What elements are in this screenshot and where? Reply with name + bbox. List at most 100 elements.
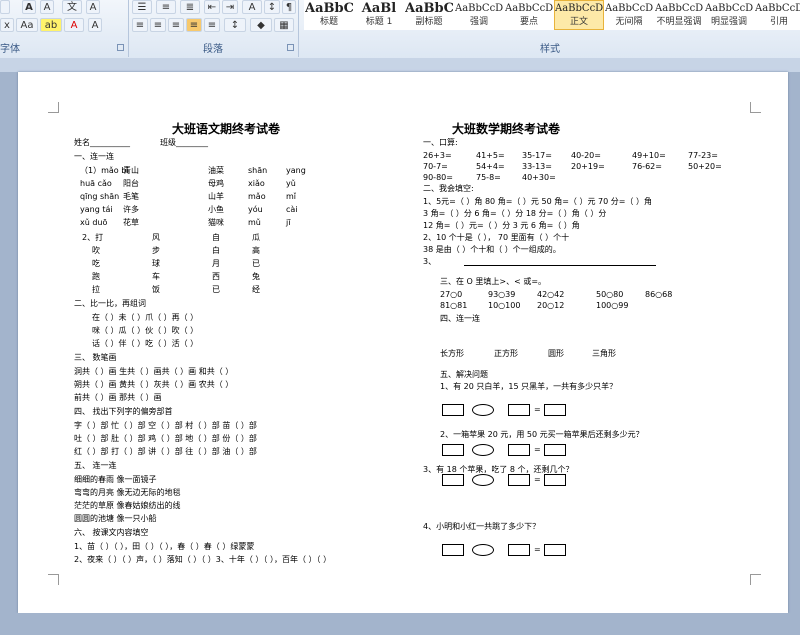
answer-box[interactable] xyxy=(508,474,530,486)
result-box[interactable] xyxy=(544,474,566,486)
shape-label: 正方形 xyxy=(494,349,518,358)
answer-box[interactable] xyxy=(508,404,530,416)
pinyin-cell: jī xyxy=(286,218,291,227)
style-3[interactable]: AaBbCcDd 强调 xyxy=(454,0,504,30)
word-problem: 2、一箱苹果 20 元，用 50 元买一箱苹果后还剩多少元？ xyxy=(440,430,644,439)
word-cell: 跑 xyxy=(92,272,100,281)
style-4[interactable]: AaBbCcD 要点 xyxy=(504,0,554,30)
pinyin-cell: yóu xyxy=(248,205,263,214)
italic-button[interactable]: A xyxy=(40,0,54,14)
answer-box[interactable] xyxy=(442,544,464,556)
style-2[interactable]: AaBbC 副标题 xyxy=(404,0,454,30)
styles-group: AaBbC标题AaBl标题 1AaBbC副标题AaBbCcDd强调AaBbCcD… xyxy=(300,0,800,57)
compare-row: 在（ ）未（ ）爪（ ）再（ ） xyxy=(92,313,199,322)
change-case-button[interactable]: Aa xyxy=(16,18,38,32)
strikethrough-button[interactable]: x xyxy=(0,18,14,32)
font-dialog-launcher[interactable] xyxy=(117,44,124,51)
pinyin-cell: 阳台 xyxy=(123,179,139,188)
line-spacing-button[interactable]: ↕ xyxy=(224,18,246,32)
word-cell: 自 xyxy=(212,233,220,242)
increase-indent-button[interactable]: ⇥ xyxy=(222,0,238,14)
match-row: 茫茫的草原 像春姑娘纺出的线 xyxy=(74,501,181,510)
highlight-button[interactable]: ab xyxy=(40,18,62,32)
style-0[interactable]: AaBbC 标题 xyxy=(304,0,354,30)
word-cell: 风 xyxy=(152,233,160,242)
char-shading-button[interactable]: A xyxy=(86,0,100,14)
document-page[interactable]: 大班语文期终考试卷 姓名__________ 班级________ 一、连一连 … xyxy=(18,72,788,613)
style-8[interactable]: AaBbCcDd 明显强调 xyxy=(704,0,754,30)
operator-oval[interactable] xyxy=(472,544,494,556)
align-left-button[interactable]: ≡ xyxy=(132,18,148,32)
pinyin-cell: mǔ xyxy=(248,218,261,227)
pinyin-cell: mǎo xyxy=(248,192,266,201)
pinyin-cell: 母鸡 xyxy=(208,179,224,188)
answer-box[interactable] xyxy=(442,444,464,456)
justify-button[interactable]: ≡ xyxy=(186,18,202,32)
pinyin-cell: cài xyxy=(286,205,298,214)
chinese-layout-button[interactable]: A xyxy=(242,0,262,14)
word-cell: 吹 xyxy=(92,246,100,255)
font-group: A A 文 A x Aa ab A A 字体 xyxy=(0,0,129,57)
font-group-label: 字体 xyxy=(0,44,20,55)
answer-box[interactable] xyxy=(508,544,530,556)
stroke-row: 洞共（ ）画 生共（ ）画共（ ）画 和共（ ） xyxy=(74,367,234,376)
fill-row: 38 是由（ ）个十和（ ）个一组成的。 xyxy=(423,245,561,254)
fill-row: 3 角=（ ）分 6 角=（ ）分 18 分=（ ）角（ ）分 xyxy=(423,209,607,218)
align-center-button[interactable]: ≡ xyxy=(150,18,166,32)
operator-oval[interactable] xyxy=(472,404,494,416)
enclose-char-button[interactable]: A xyxy=(88,18,102,32)
shape-label: 圆形 xyxy=(548,349,564,358)
answer-box[interactable] xyxy=(442,474,464,486)
word-cell: 瓜 xyxy=(252,233,260,242)
shape-label: 三角形 xyxy=(592,349,616,358)
equals-sign: = xyxy=(534,405,541,414)
bold-button[interactable]: A xyxy=(22,0,36,14)
result-box[interactable] xyxy=(544,404,566,416)
style-sample: AaBbCcDd xyxy=(555,3,603,14)
compare-row: 咪（ ）瓜（ ）伙（ ）吹（ ） xyxy=(92,326,199,335)
answer-box[interactable] xyxy=(442,404,464,416)
result-box[interactable] xyxy=(544,544,566,556)
borders-button[interactable]: ▦ xyxy=(274,18,294,32)
section-heading: 一、口算: xyxy=(423,138,458,147)
shading-button[interactable]: ◆ xyxy=(250,18,272,32)
show-marks-button[interactable]: ¶ xyxy=(282,0,296,14)
word-cell: 车 xyxy=(152,272,160,281)
align-right-button[interactable]: ≡ xyxy=(168,18,184,32)
pinyin-cell: qīng shān xyxy=(80,192,120,201)
distributed-button[interactable]: ≡ xyxy=(204,18,220,32)
operator-oval[interactable] xyxy=(472,474,494,486)
operator-oval[interactable] xyxy=(472,444,494,456)
paragraph-dialog-launcher[interactable] xyxy=(287,44,294,51)
numbering-button[interactable]: ≡ xyxy=(156,0,176,14)
section-heading: 四、连一连 xyxy=(440,314,480,323)
word-cell: 球 xyxy=(152,259,160,268)
style-9[interactable]: AaBbCcDd 引用 xyxy=(754,0,800,30)
style-5[interactable]: AaBbCcDd 正文 xyxy=(554,0,604,30)
ribbon: A A 文 A x Aa ab A A 字体 ☰ ≡ ≣ ⇤ ⇥ A ↕ ¶ ≡… xyxy=(0,0,800,59)
sort-button[interactable]: ↕ xyxy=(264,0,280,14)
pinyin-cell: huā cǎo xyxy=(80,179,112,188)
compare-cell: 50○80 xyxy=(596,290,624,299)
compare-row: 话（ ）伴（ ）吃（ ）活（ ） xyxy=(92,339,199,348)
word-cell: 拉 xyxy=(92,285,100,294)
word-cell: 吃 xyxy=(92,259,100,268)
char-border-button[interactable]: 文 xyxy=(62,0,82,14)
equals-sign: = xyxy=(534,545,541,554)
answer-box[interactable] xyxy=(508,444,530,456)
bullets-button[interactable]: ☰ xyxy=(132,0,152,14)
style-1[interactable]: AaBl 标题 1 xyxy=(354,0,404,30)
crop-mark-bottom-left xyxy=(48,574,59,585)
style-7[interactable]: AaBbCcDd 不明显强调 xyxy=(654,0,704,30)
stroke-row: 朔共（ ）画 黄共（ ）灰共（ ）画 农共（ ） xyxy=(74,380,234,389)
name-field: 姓名__________ xyxy=(74,138,130,147)
multilevel-list-button[interactable]: ≣ xyxy=(180,0,200,14)
calc-cell: 35-17= xyxy=(522,151,552,160)
font-color-button[interactable]: A xyxy=(64,18,84,32)
decrease-indent-button[interactable]: ⇤ xyxy=(204,0,220,14)
calc-cell: 77-23= xyxy=(688,151,718,160)
font-size-dropdown[interactable] xyxy=(0,0,10,14)
style-6[interactable]: AaBbCcDd 无间隔 xyxy=(604,0,654,30)
style-sample: AaBbCcDd xyxy=(455,3,503,14)
result-box[interactable] xyxy=(544,444,566,456)
